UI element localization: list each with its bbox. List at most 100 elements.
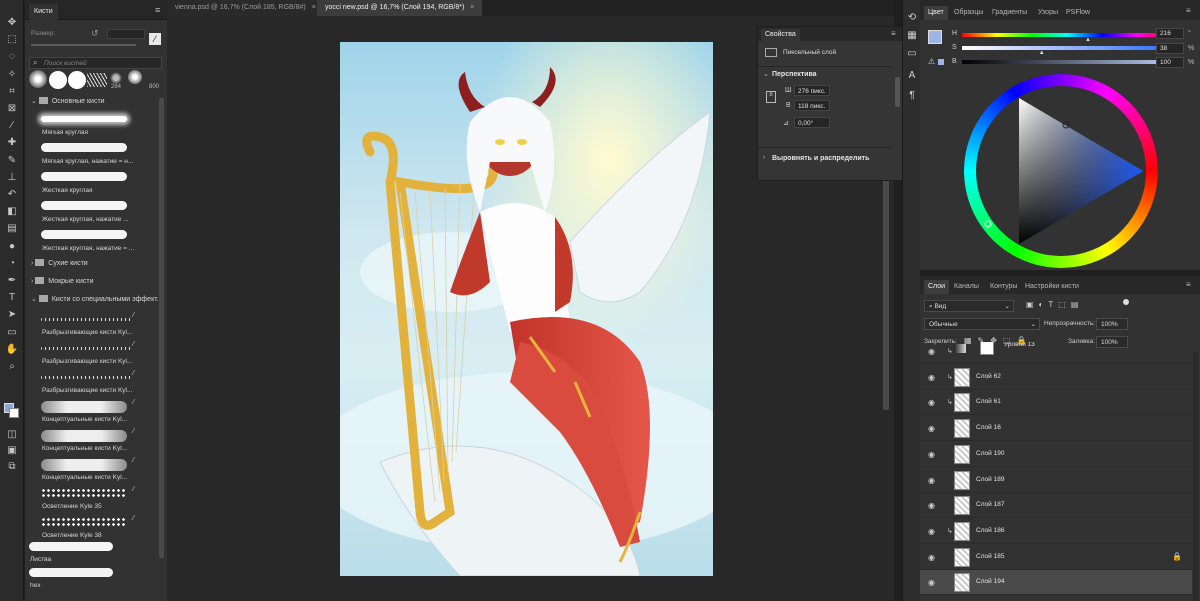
brush-preset-item[interactable]: ⁄ Концептуальные кисти Kyl... [39, 399, 159, 428]
angle-field[interactable]: 0,00° [794, 117, 830, 128]
background-color-swatch[interactable] [9, 408, 19, 418]
pen-icon[interactable]: ✒ [4, 274, 20, 288]
info-icon[interactable]: ▦ [906, 30, 918, 42]
layers-tab[interactable]: Каналы [950, 280, 983, 294]
layers-tab[interactable]: Слои [924, 280, 950, 294]
panel-menu-icon[interactable]: ≡ [155, 5, 160, 15]
layer-row[interactable]: ◉ Слой 190 [920, 442, 1192, 467]
brush-preset-item[interactable]: ⁄ Концептуальные кисти Kyl... [39, 457, 159, 486]
layer-row[interactable]: ◉ ↳ Слой 186 [920, 519, 1192, 544]
section-align[interactable]: Выровнять и распределить [772, 155, 869, 162]
tab-properties[interactable]: Свойства [761, 29, 800, 41]
layers-tab[interactable]: Контуры [986, 280, 1021, 294]
group-wet-brushes[interactable]: › Мокрые кисти [31, 275, 94, 289]
color-tab[interactable]: Образцы [950, 6, 987, 20]
layer-row[interactable]: ◉ ↳ Слой 61 [920, 390, 1192, 416]
layer-row[interactable]: ◉ ↳ Уровни 13 [920, 342, 1192, 364]
brush-preset-item[interactable]: Жесткая круглая [39, 170, 159, 199]
saturation-thumb[interactable]: ▲ [1039, 50, 1045, 56]
panel-menu-icon[interactable]: ≡ [1186, 6, 1191, 15]
brush-preset-item[interactable]: Жесткая круглая, нажатие ... [39, 199, 159, 228]
eye-icon[interactable]: ◉ [928, 347, 935, 356]
blend-mode-dropdown[interactable]: Обычные ⌄ [924, 318, 1040, 330]
stamp-icon[interactable]: ⊥ [4, 171, 20, 185]
group-special-brushes[interactable]: ⌄ Кисти со специальными эффект... [31, 293, 162, 307]
layer-row[interactable]: ◉ Слой 194 [920, 570, 1192, 596]
gradient-icon[interactable]: ▤ [4, 222, 20, 236]
hue-slider[interactable] [962, 33, 1172, 37]
eye-icon[interactable]: ◉ [928, 398, 935, 407]
eyedropper-icon[interactable]: ⁄ [4, 119, 20, 133]
shape-icon[interactable]: ▭ [4, 326, 20, 340]
preset-soft-800[interactable] [128, 70, 142, 84]
preset-hard-round-2[interactable] [68, 71, 86, 89]
layers-scrollbar[interactable] [1193, 352, 1198, 601]
layer-filter-icons[interactable]: ▣◐T⬚▤ [1026, 300, 1083, 309]
section-perspective[interactable]: Перспектива [772, 71, 817, 78]
layer-row[interactable]: ◉ Слой 189 [920, 468, 1192, 493]
zoom-icon[interactable]: ⌕ [4, 360, 20, 374]
panel-menu-icon[interactable]: ≡ [891, 29, 896, 38]
group-basic-brushes[interactable]: ⌄ Основные кисти [31, 95, 105, 109]
preset-soft-284[interactable] [110, 72, 122, 84]
eye-icon[interactable]: ◉ [928, 527, 935, 536]
color-tab[interactable]: Градиенты [988, 6, 1031, 20]
history-icon[interactable]: ⟲ [906, 12, 918, 24]
opacity-field[interactable]: 100% [1096, 318, 1128, 330]
hue-thumb[interactable]: ▲ [1085, 37, 1091, 43]
reset-icon[interactable]: ↺ [91, 28, 99, 39]
color-tab[interactable]: PSFlow [1062, 6, 1094, 20]
brush-preset-item[interactable]: ⁄ Концептуальные кисти Kyl... [39, 428, 159, 457]
brush-preset-item[interactable]: ⁄ Разбрызгивающие кисти Kyl... [39, 341, 159, 370]
brush-preset-item[interactable]: ⁄ Разбрызгивающие кисти Kyl... [39, 312, 159, 341]
type-icon[interactable]: T [4, 291, 20, 305]
layers-tab[interactable]: Настройки кисти [1021, 280, 1083, 294]
brush-icon[interactable]: ✎ [4, 154, 20, 168]
color-tab[interactable]: Узоры [1034, 6, 1062, 20]
width-field[interactable]: 276 пикс. [794, 85, 830, 96]
height-field[interactable]: 118 пикс. [794, 100, 830, 111]
path-select-icon[interactable]: ➤ [4, 308, 20, 322]
layer-row[interactable]: ◉ Слой 16 [920, 416, 1192, 442]
preset-hard-round[interactable] [49, 71, 67, 89]
paragraph-icon[interactable]: ¶ [906, 90, 918, 102]
brush-preset-item[interactable]: Мягкая круглая [39, 112, 159, 141]
eraser-icon[interactable]: ◧ [4, 205, 20, 219]
crop-icon[interactable]: ⌗ [4, 85, 20, 99]
link-dimensions-icon[interactable]: 8 [766, 91, 776, 103]
eye-icon[interactable]: ◉ [928, 424, 935, 433]
frame-icon[interactable]: ⊠ [4, 102, 20, 116]
layer-row[interactable]: ◉ Слой 185 🔒 [920, 545, 1192, 570]
size-slider[interactable] [31, 44, 136, 46]
brushes-scrollbar[interactable] [159, 98, 164, 558]
comment-icon[interactable]: ▭ [906, 48, 918, 60]
filter-toggle[interactable] [1123, 299, 1129, 305]
new-brush-icon[interactable]: ⁄ [149, 33, 161, 45]
brush-preset-item[interactable]: ⁄ Разбрызгивающие кисти Kyl... [39, 370, 159, 399]
spot-heal-icon[interactable]: ✚ [4, 136, 20, 150]
brush-preset-item[interactable]: hex [27, 566, 147, 595]
saturation-slider[interactable] [962, 46, 1172, 50]
layer-filter-dropdown[interactable]: ⌕ Вид ⌄ [924, 300, 1014, 312]
saturation-value[interactable]: 38 [1156, 43, 1184, 54]
color-tab[interactable]: Цвет [924, 6, 948, 20]
move-icon[interactable]: ✥ [4, 16, 20, 30]
marquee-icon[interactable]: ⬚ [4, 33, 20, 47]
close-icon[interactable]: × [312, 4, 316, 11]
eye-icon[interactable]: ◉ [928, 578, 935, 587]
eye-icon[interactable]: ◉ [928, 553, 935, 562]
quickmask-icon[interactable]: ◫ [4, 428, 20, 442]
dodge-icon[interactable]: ◔ [4, 257, 20, 271]
brightness-value[interactable]: 100 [1156, 57, 1184, 68]
hand-icon[interactable]: ✋ [4, 343, 20, 357]
brush-preset-item[interactable]: Жесткая круглая, нажатие = ... [39, 228, 159, 257]
chevron-down-icon[interactable]: ⌄ [763, 70, 769, 78]
properties-scrollbar[interactable] [895, 77, 900, 107]
preset-spatter[interactable] [87, 73, 107, 87]
group-dry-brushes[interactable]: › Сухие кисти [31, 257, 88, 271]
foreground-swatch[interactable] [928, 30, 942, 44]
character-icon[interactable]: A [906, 70, 918, 82]
blur-icon[interactable]: ● [4, 240, 20, 254]
chevron-right-icon[interactable]: › [763, 154, 765, 161]
search-input[interactable]: Поиск кистей [44, 60, 87, 67]
